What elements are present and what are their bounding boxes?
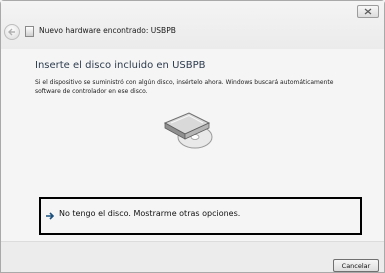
close-button[interactable] — [357, 5, 379, 18]
back-arrow-icon — [8, 28, 15, 36]
instruction-text: Si el dispositivo se suministró con algú… — [35, 79, 334, 95]
cancel-button[interactable]: Cancelar — [333, 259, 379, 272]
page-heading: Inserte el disco incluido en USBPB — [35, 60, 206, 71]
window-title: Nuevo hardware encontrado: USBPB — [39, 26, 176, 35]
no-disc-option[interactable]: No tengo el disco. Mostrarme otras opcio… — [39, 197, 362, 235]
wizard-content: Inserte el disco incluido en USBPB Si el… — [1, 49, 384, 241]
title-bar: Nuevo hardware encontrado: USBPB — [1, 1, 384, 49]
device-icon — [25, 26, 34, 37]
wizard-footer: Cancelar — [1, 241, 384, 272]
arrow-right-icon — [46, 212, 55, 220]
close-icon — [364, 8, 372, 15]
wizard-window: Nuevo hardware encontrado: USBPB Inserte… — [0, 0, 385, 273]
back-button[interactable] — [4, 24, 20, 40]
disc-drive-icon — [163, 112, 213, 149]
no-disc-option-label: No tengo el disco. Mostrarme otras opcio… — [59, 209, 241, 218]
